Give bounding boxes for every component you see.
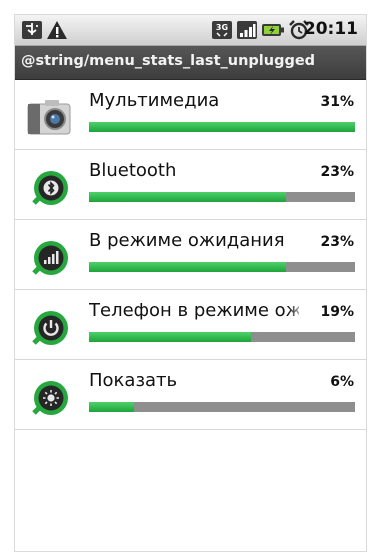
3g-icon: 3G — [212, 21, 232, 39]
usage-item-phone-idle[interactable]: Телефон в режиме ожидания 19% — [15, 290, 366, 360]
usb-debug-icon — [22, 21, 42, 39]
usage-percent: 19% — [320, 304, 354, 320]
usage-bar — [89, 332, 355, 342]
usage-item-display[interactable]: Показать 6% — [15, 360, 366, 430]
bluetooth-icon — [32, 171, 68, 205]
usage-bar-fill — [89, 332, 252, 342]
usage-percent: 6% — [330, 374, 354, 390]
battery-usage-list: Мультимедиа 31% Bluetooth 23% В режиме о… — [15, 80, 366, 430]
usage-bar — [89, 192, 355, 202]
usage-label: Показать — [89, 370, 178, 391]
usage-bar-fill — [89, 262, 286, 272]
usage-bar — [89, 402, 355, 412]
display-brightness-icon — [32, 381, 68, 415]
usage-bar — [89, 262, 355, 272]
usage-bar-fill — [89, 402, 135, 412]
page-title: @string/menu_stats_last_unplugged — [21, 53, 316, 69]
usage-item-multimedia[interactable]: Мультимедиа 31% — [15, 80, 366, 150]
usage-percent: 23% — [320, 234, 354, 250]
usage-item-bluetooth[interactable]: Bluetooth 23% — [15, 150, 366, 220]
usage-label: Bluetooth — [89, 160, 177, 181]
title-bar: @string/menu_stats_last_unplugged — [15, 46, 366, 80]
usage-percent: 23% — [320, 164, 354, 180]
clock: 20:11 — [303, 19, 358, 39]
camera-icon — [27, 100, 71, 135]
usage-bar — [89, 122, 355, 132]
usage-bar-fill — [89, 122, 355, 132]
battery-icon — [262, 24, 284, 36]
usage-percent: 31% — [320, 94, 354, 110]
usage-label: Телефон в режиме ожидания — [89, 300, 299, 321]
usage-item-standby[interactable]: В режиме ожидания 23% — [15, 220, 366, 290]
phone-screen: 3G 20:11 @string/menu_stats_last_unplugg… — [14, 14, 367, 552]
label-fade — [288, 300, 306, 324]
signal-standby-icon — [32, 241, 68, 275]
usage-label: В режиме ожидания — [89, 230, 285, 251]
usage-bar-fill — [89, 192, 286, 202]
status-bar: 3G 20:11 — [15, 15, 366, 46]
power-icon — [32, 311, 68, 345]
svg-text:3G: 3G — [216, 23, 228, 32]
signal-icon — [237, 21, 257, 39]
usage-label: Мультимедиа — [89, 90, 220, 111]
warning-icon — [47, 21, 67, 39]
